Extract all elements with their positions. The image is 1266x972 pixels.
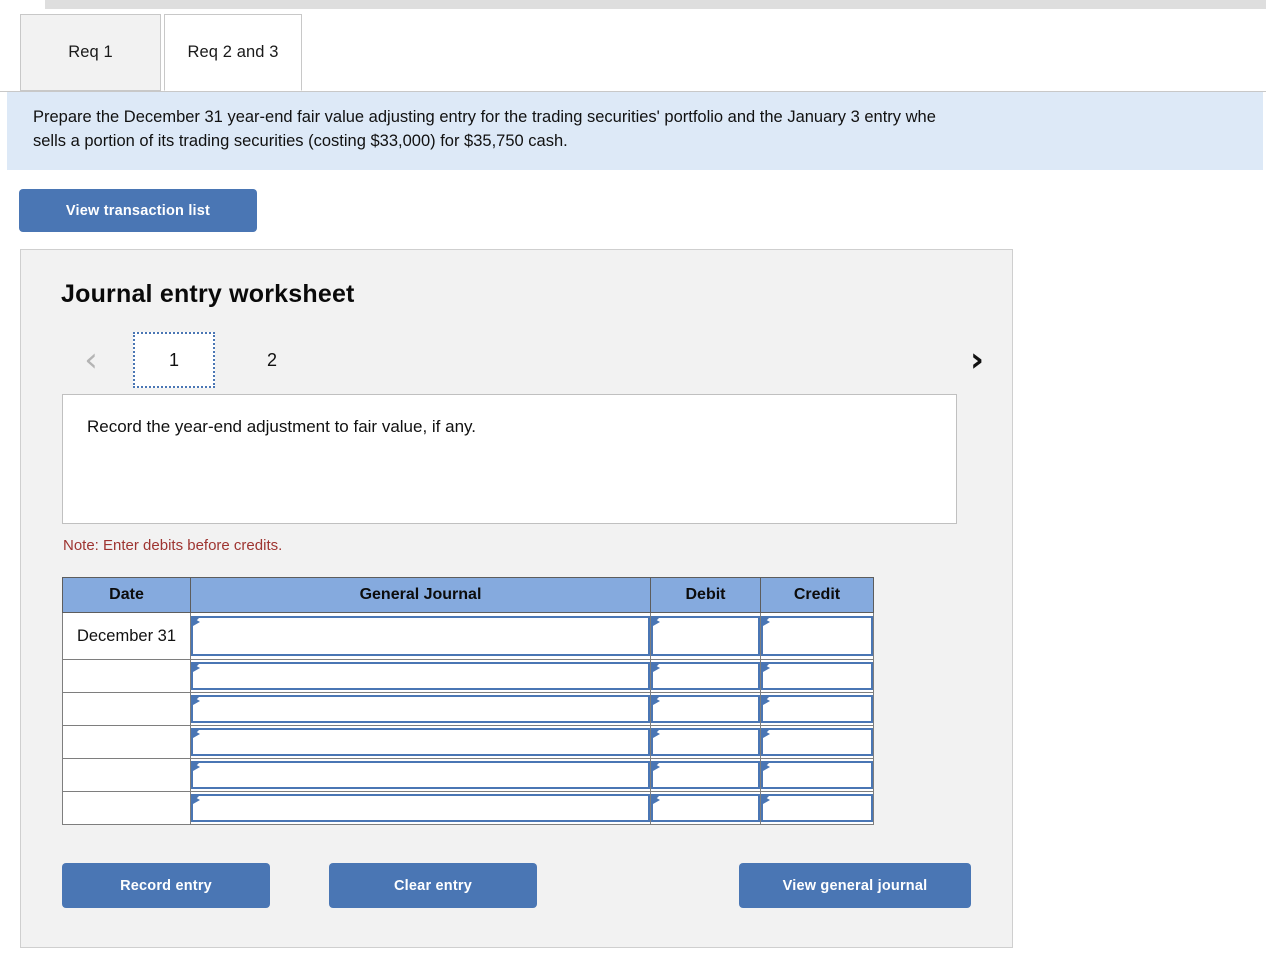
debit-cell[interactable]: [650, 758, 761, 792]
credit-cell[interactable]: [760, 791, 874, 825]
tab-req-2-and-3-label: Req 2 and 3: [187, 43, 279, 61]
credit-cell[interactable]: [760, 692, 874, 726]
tab-req-1[interactable]: Req 1: [20, 14, 161, 91]
pager-page-2[interactable]: 2: [231, 332, 313, 388]
table-row: [62, 791, 874, 825]
record-entry-button[interactable]: Record entry: [62, 863, 270, 908]
tab-req-2-and-3[interactable]: Req 2 and 3: [164, 14, 302, 91]
credit-input[interactable]: [761, 662, 873, 690]
general-journal-input[interactable]: [191, 794, 650, 822]
general-journal-input[interactable]: [191, 761, 650, 789]
general-journal-input[interactable]: [191, 695, 650, 723]
tab-req-1-label: Req 1: [68, 43, 113, 61]
pager-page-1[interactable]: 1: [133, 332, 215, 388]
journal-entry-table: Date General Journal Debit Credit Decemb…: [62, 577, 874, 825]
column-header-date: Date: [62, 577, 191, 613]
credit-input[interactable]: [761, 728, 873, 756]
requirement-tabs: Req 1 Req 2 and 3: [0, 14, 1266, 92]
general-journal-cell[interactable]: [190, 791, 651, 825]
date-cell[interactable]: [62, 659, 191, 693]
date-cell[interactable]: [62, 725, 191, 759]
debit-input[interactable]: [651, 794, 760, 822]
general-journal-cell[interactable]: [190, 612, 651, 660]
debit-input[interactable]: [651, 728, 760, 756]
credit-cell[interactable]: [760, 612, 874, 660]
general-journal-input[interactable]: [191, 728, 650, 756]
chevron-left-icon[interactable]: ‹: [73, 332, 109, 388]
general-journal-input[interactable]: [191, 616, 650, 656]
debit-cell[interactable]: [650, 612, 761, 660]
journal-entry-worksheet-panel: Journal entry worksheet ‹ 1 2 › Record t…: [20, 249, 1013, 948]
debit-cell[interactable]: [650, 692, 761, 726]
table-header-row: Date General Journal Debit Credit: [62, 577, 874, 613]
table-row: [62, 659, 874, 693]
instruction-line-1: Prepare the December 31 year-end fair va…: [33, 108, 936, 126]
column-header-debit: Debit: [650, 577, 761, 613]
credit-input[interactable]: [761, 695, 873, 723]
table-row: [62, 725, 874, 759]
general-journal-cell[interactable]: [190, 692, 651, 726]
worksheet-pager: ‹ 1 2 ›: [61, 332, 984, 388]
view-general-journal-button[interactable]: View general journal: [739, 863, 971, 908]
date-cell[interactable]: [62, 791, 191, 825]
credit-input[interactable]: [761, 616, 873, 656]
debit-input[interactable]: [651, 695, 760, 723]
transaction-description-box: Record the year-end adjustment to fair v…: [62, 394, 957, 524]
pager-page-1-label: 1: [168, 349, 179, 370]
column-header-general-journal: General Journal: [190, 577, 651, 613]
debit-cell[interactable]: [650, 791, 761, 825]
table-row: [62, 692, 874, 726]
instruction-line-2: sells a portion of its trading securitie…: [33, 131, 568, 150]
transaction-description-text: Record the year-end adjustment to fair v…: [87, 417, 476, 436]
debit-input[interactable]: [651, 616, 760, 656]
debits-before-credits-note: Note: Enter debits before credits.: [63, 537, 283, 554]
general-journal-input[interactable]: [191, 662, 650, 690]
date-cell[interactable]: [62, 758, 191, 792]
credit-input[interactable]: [761, 794, 873, 822]
clear-entry-button[interactable]: Clear entry: [329, 863, 537, 908]
chevron-right-icon[interactable]: ›: [959, 332, 995, 388]
credit-input[interactable]: [761, 761, 873, 789]
debit-cell[interactable]: [650, 659, 761, 693]
general-journal-cell[interactable]: [190, 725, 651, 759]
column-header-credit: Credit: [760, 577, 874, 613]
table-row: [62, 758, 874, 792]
page-title: Journal entry worksheet: [61, 280, 355, 308]
date-cell[interactable]: December 31: [62, 612, 191, 660]
pager-page-2-label: 2: [266, 349, 277, 370]
debit-cell[interactable]: [650, 725, 761, 759]
credit-cell[interactable]: [760, 758, 874, 792]
debit-input[interactable]: [651, 761, 760, 789]
date-cell[interactable]: [62, 692, 191, 726]
general-journal-cell[interactable]: [190, 659, 651, 693]
general-journal-cell[interactable]: [190, 758, 651, 792]
credit-cell[interactable]: [760, 725, 874, 759]
view-transaction-list-button[interactable]: View transaction list: [19, 189, 257, 232]
debit-input[interactable]: [651, 662, 760, 690]
top-gray-bar: [45, 0, 1266, 9]
credit-cell[interactable]: [760, 659, 874, 693]
instruction-banner: Prepare the December 31 year-end fair va…: [7, 92, 1263, 170]
table-row: December 31: [62, 612, 874, 660]
